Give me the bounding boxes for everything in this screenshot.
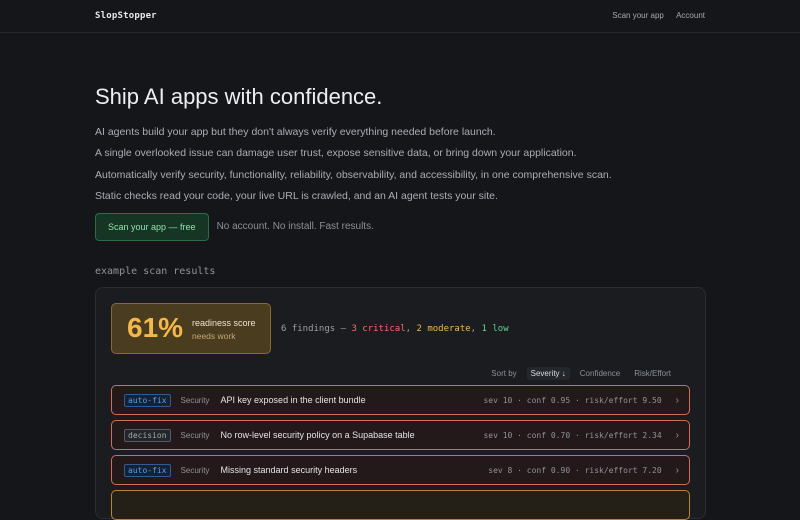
finding-tag: auto-fix bbox=[124, 393, 171, 407]
score-subtitle: needs work bbox=[192, 331, 236, 341]
nav-link-scan[interactable]: Scan your app bbox=[612, 11, 664, 20]
low-count: 1 low bbox=[481, 324, 509, 334]
finding-category: Security bbox=[180, 465, 210, 475]
sort-label: Sort by bbox=[491, 369, 517, 378]
finding-meta: sev 10 · conf 0.95 · risk/effort 9.50 bbox=[483, 395, 662, 405]
finding-row[interactable]: auto-fix Security Missing standard secur… bbox=[111, 455, 690, 485]
finding-row[interactable]: auto-fix Security API key exposed in the… bbox=[111, 385, 690, 415]
finding-meta: sev 8 · conf 0.90 · risk/effort 7.20 bbox=[488, 465, 662, 475]
readiness-score-card: 61% readiness score needs work bbox=[111, 303, 271, 354]
findings-count: 6 findings — bbox=[281, 324, 352, 334]
finding-meta: sev 10 · conf 0.70 · risk/effort 2.34 bbox=[483, 430, 662, 440]
sort-bar: Sort by Severity ↓ Confidence Risk/Effor… bbox=[491, 367, 675, 380]
chevron-right-icon: › bbox=[675, 429, 679, 441]
hero-description: AI agents build your app but they don't … bbox=[95, 122, 612, 207]
finding-tag: decision bbox=[124, 428, 171, 442]
scan-results-panel: 61% readiness score needs work 6 finding… bbox=[95, 287, 706, 520]
chevron-right-icon: › bbox=[675, 394, 679, 406]
separator: , bbox=[405, 324, 417, 334]
score-percent: 61% bbox=[127, 312, 184, 343]
nav-link-account[interactable]: Account bbox=[676, 11, 705, 20]
nav-links: Scan your app Account bbox=[602, 11, 705, 20]
brand-logo[interactable]: SlopStopper bbox=[95, 11, 157, 21]
scan-app-button[interactable]: Scan your app — free bbox=[95, 212, 209, 241]
critical-count: 3 critical bbox=[351, 324, 406, 334]
example-section-label: example scan results bbox=[95, 266, 216, 277]
finding-row[interactable]: decision Security No row-level security … bbox=[111, 420, 690, 450]
sort-option-risk-effort[interactable]: Risk/Effort bbox=[630, 367, 675, 380]
top-nav: SlopStopper Scan your app Account bbox=[0, 0, 800, 33]
finding-tag: auto-fix bbox=[124, 463, 171, 477]
cta-note: No account. No install. Fast results. bbox=[216, 221, 374, 232]
moderate-count: 2 moderate bbox=[416, 324, 471, 334]
hero-line: A single overlooked issue can damage use… bbox=[95, 147, 577, 160]
hero-line: Automatically verify security, functiona… bbox=[95, 168, 612, 181]
findings-summary: 6 findings — 3 critical, 2 moderate, 1 l… bbox=[281, 324, 509, 334]
chevron-right-icon: › bbox=[675, 464, 679, 476]
separator: , bbox=[470, 324, 482, 334]
finding-category: Security bbox=[180, 430, 210, 440]
hero-line: AI agents build your app but they don't … bbox=[95, 126, 496, 138]
finding-title: API key exposed in the client bundle bbox=[220, 395, 366, 405]
finding-row-partial[interactable] bbox=[111, 490, 690, 520]
hero-title: Ship AI apps with confidence. bbox=[95, 84, 383, 109]
sort-option-severity[interactable]: Severity ↓ bbox=[526, 367, 570, 380]
cta-row: Scan your app — free No account. No inst… bbox=[95, 212, 374, 241]
sort-option-confidence[interactable]: Confidence bbox=[576, 367, 624, 380]
finding-category: Security bbox=[180, 395, 210, 405]
score-title: readiness score bbox=[192, 318, 256, 328]
finding-title: Missing standard security headers bbox=[220, 465, 358, 475]
finding-title: No row-level security policy on a Supaba… bbox=[220, 430, 415, 440]
hero-line: Static checks read your code, your live … bbox=[95, 189, 498, 202]
